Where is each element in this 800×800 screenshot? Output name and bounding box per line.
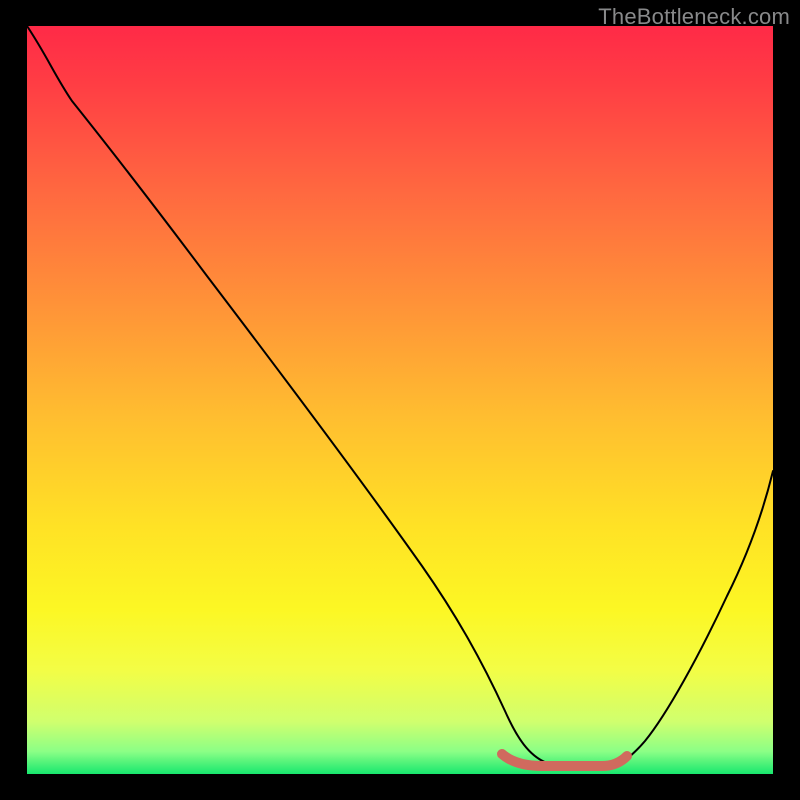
chart-plot-area [27, 26, 773, 774]
curve-path [27, 26, 773, 766]
bottleneck-curve [27, 26, 773, 774]
floor-segment [502, 754, 627, 766]
watermark-text: TheBottleneck.com [598, 4, 790, 30]
